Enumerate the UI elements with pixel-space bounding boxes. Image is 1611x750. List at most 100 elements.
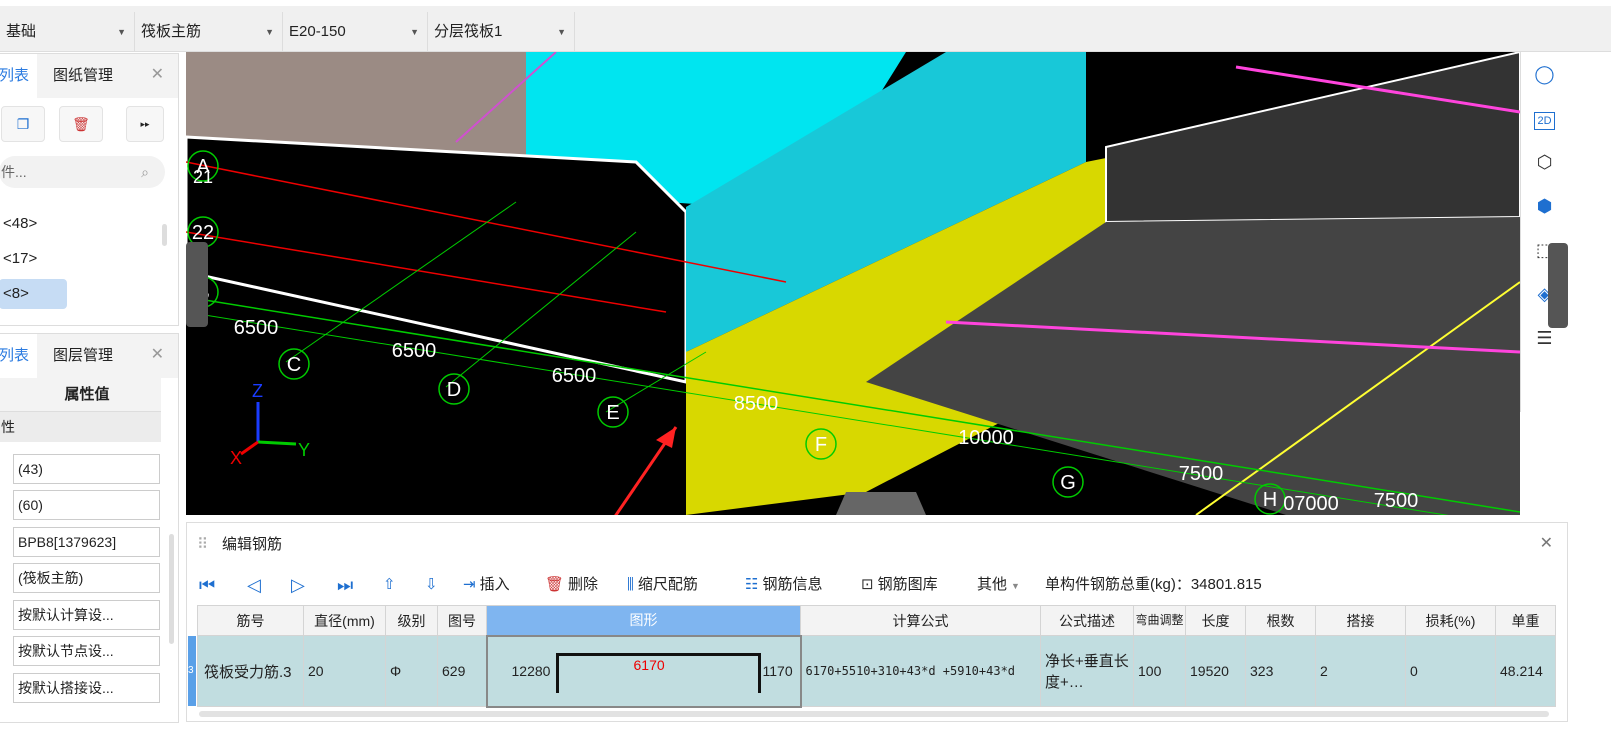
col-header[interactable]: 计算公式 [800, 605, 1041, 636]
other-dropdown[interactable]: 其他 ▼ [977, 571, 1020, 599]
property-value-header: 属性值 [0, 378, 161, 412]
span-label: 10000 [958, 427, 1014, 449]
col-header[interactable]: 图形 [486, 605, 801, 636]
axis-label: C [287, 354, 301, 376]
type-dropdown[interactable]: 筏板主筋 ▼ [135, 12, 283, 52]
scale-icon: ⫼ [627, 576, 634, 593]
rebar-info-button[interactable]: ☷ 钢筋信息 [745, 571, 822, 599]
library-icon: ⊡ [861, 576, 874, 593]
table-row[interactable]: 3 筏板受力筋.3 20 Φ 629 12280 6170 1170 6170+5… [188, 634, 1556, 708]
insert-icon: ⇥ [463, 576, 476, 593]
first-button[interactable]: ⏮ [199, 571, 215, 599]
slab-right [1105, 52, 1520, 224]
col-header[interactable]: 根数 [1245, 605, 1316, 636]
trash-icon: 🗑 [545, 576, 565, 593]
orbit-icon[interactable]: ◯ [1521, 52, 1568, 96]
property-value[interactable]: (筏板主筋) [13, 563, 160, 593]
spec-dropdown[interactable]: E20-150 ▼ [283, 12, 428, 52]
annotation-arrow [614, 426, 678, 515]
property-value[interactable]: 按默认搭接设... [13, 673, 160, 703]
drag-handle-icon[interactable]: ⠿ [197, 536, 208, 553]
axis-label: G [1060, 472, 1076, 494]
cube-blue-icon[interactable]: ⬢ [1521, 184, 1568, 228]
span-label: 7500 [1374, 490, 1419, 512]
edit-rebar-panel: ⠿ 编辑钢筋 ✕ ⏮ ◁ ▷ ⏭ ⇧ ⇩ ⇥ 插入 🗑 删除 ⫼ 缩尺配筋 ☷ 钢筋信息 … [186, 522, 1568, 722]
col-header[interactable]: 级别 [385, 605, 438, 636]
property-value[interactable]: BPB8[1379623] [13, 527, 160, 557]
col-header[interactable]: 长度 [1185, 605, 1246, 636]
span-label: 7500 [1179, 463, 1224, 485]
col-header[interactable]: 单重 [1495, 605, 1556, 636]
scrollbar[interactable] [169, 534, 174, 644]
collapse-panel-handle[interactable] [836, 492, 926, 515]
span-label: 6500 [552, 365, 597, 387]
left-collapse-handle[interactable] [186, 242, 208, 327]
close-icon[interactable]: ✕ [151, 64, 164, 84]
col-header[interactable]: 搭接 [1315, 605, 1406, 636]
search-icon: ⌕ [141, 164, 149, 180]
last-button[interactable]: ⏭ [337, 571, 353, 599]
tree-item-selected[interactable]: <8> [0, 279, 67, 309]
property-value[interactable]: (60) [13, 490, 160, 520]
floor-dropdown[interactable]: 基础 ▼ [0, 12, 135, 52]
col-header[interactable]: 筋号 [197, 605, 304, 636]
prev-button[interactable]: ◁ [247, 571, 261, 599]
axis-label: F [815, 434, 827, 456]
rebar-shape-cell[interactable]: 12280 6170 1170 [485, 634, 802, 708]
top-toolbar: 基础 ▼ 筏板主筋 ▼ E20-150 ▼ 分层筏板1 ▼ [0, 0, 1611, 52]
close-icon[interactable]: ✕ [151, 344, 164, 364]
col-header[interactable]: 公式描述 [1040, 605, 1134, 636]
axis-gizmo: Z Y X [230, 381, 310, 468]
info-icon: ☷ [745, 576, 759, 593]
tab-property-list[interactable]: 列表 [0, 334, 37, 378]
component-list-panel: 列表 图纸管理 ✕ ❐ 🗑 ▸▸ 件... ⌕ <48> <17> <8> [0, 53, 179, 326]
tab-drawing-management[interactable]: 图纸管理 [53, 54, 113, 98]
horizontal-scrollbar[interactable] [199, 711, 1549, 717]
tree-item[interactable]: <48> [0, 209, 37, 239]
close-icon[interactable]: ✕ [1540, 533, 1553, 553]
property-value[interactable]: (43) [13, 454, 160, 484]
layer-dropdown[interactable]: 分层筏板1 ▼ [428, 12, 575, 52]
delete-button[interactable]: 🗑 删除 [545, 571, 598, 599]
scale-rebar-button[interactable]: ⫼ 缩尺配筋 [627, 571, 698, 599]
col-header[interactable]: 损耗(%) [1405, 605, 1496, 636]
axis-label: D [447, 379, 461, 401]
tab-list[interactable]: 列表 [0, 54, 37, 98]
scrollbar[interactable] [162, 224, 167, 246]
panel-title: ⠿ 编辑钢筋 [197, 536, 283, 553]
axis-label: H [1263, 489, 1277, 511]
property-value[interactable]: 按默认计算设... [13, 600, 160, 630]
copy-button[interactable]: ❐ [1, 106, 45, 142]
rebar-library-button[interactable]: ⊡ 钢筋图库 [861, 571, 938, 599]
property-value[interactable]: 按默认节点设... [13, 636, 160, 666]
fast-forward-icon: ▸▸ [140, 119, 150, 129]
copy-icon: ❐ [16, 116, 30, 132]
axis-label: E [606, 402, 619, 424]
col-header[interactable]: 图号 [437, 605, 487, 636]
span-label: 07000 [1283, 493, 1339, 515]
svg-text:Y: Y [298, 440, 310, 460]
move-up-button[interactable]: ⇧ [383, 571, 396, 599]
col-header[interactable]: 弯曲调整 [1133, 605, 1186, 636]
more-button[interactable]: ▸▸ [126, 106, 164, 142]
trash-icon: 🗑 [72, 116, 90, 132]
view-toolbar: ◯ 2D ⬡ ⬢ ⬚ ◈ ☰ [1520, 52, 1568, 412]
tree-item[interactable]: <17> [0, 244, 37, 274]
chevron-down-icon: ▼ [557, 27, 566, 37]
col-header[interactable]: 直径(mm) [303, 605, 386, 636]
property-group[interactable]: 性 [0, 412, 161, 442]
row-index[interactable]: 3 [188, 636, 196, 706]
search-input[interactable]: 件... ⌕ [0, 156, 165, 188]
cube-icon[interactable]: ⬡ [1521, 140, 1568, 184]
2d-view-button[interactable]: 2D [1521, 96, 1568, 140]
3d-viewport[interactable]: A 21 22 B C D E F G H 6500 6500 6500 850… [186, 52, 1520, 515]
right-collapse-handle[interactable] [1548, 243, 1568, 328]
chevron-down-icon: ▼ [410, 27, 419, 37]
span-label: 6500 [234, 317, 279, 339]
delete-button[interactable]: 🗑 [59, 106, 103, 142]
next-button[interactable]: ▷ [291, 571, 305, 599]
svg-text:X: X [230, 448, 242, 468]
insert-button[interactable]: ⇥ 插入 [463, 571, 510, 599]
move-down-button[interactable]: ⇩ [425, 571, 438, 599]
tab-layer-management[interactable]: 图层管理 [53, 334, 113, 378]
